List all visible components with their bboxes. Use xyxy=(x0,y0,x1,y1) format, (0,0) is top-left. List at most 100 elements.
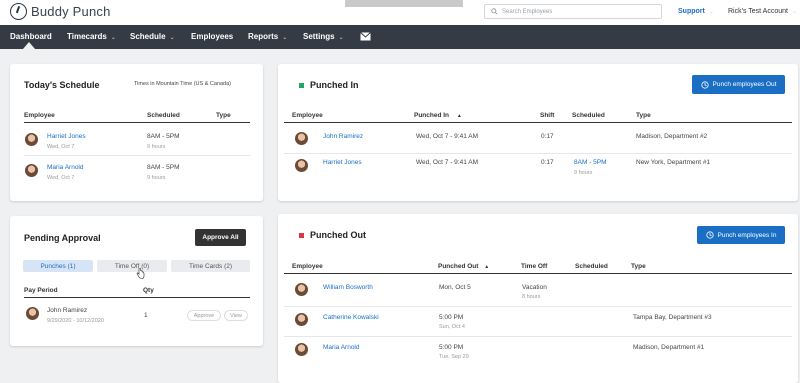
avatar xyxy=(294,282,309,297)
punched-out-date: Tue, Sep 29 xyxy=(439,354,469,360)
row-divider xyxy=(284,336,792,337)
employee-link[interactable]: Catherine Kowalski xyxy=(323,314,379,321)
support-menu[interactable]: Support ⌄ xyxy=(678,8,714,15)
top-tab-placeholder xyxy=(345,0,463,7)
punch-out-button[interactable]: Punch employees Out xyxy=(692,75,785,94)
tab-time-cards[interactable]: Time Cards (2) xyxy=(171,260,250,272)
logo[interactable]: Buddy Punch xyxy=(10,3,111,20)
card-title: Today's Schedule xyxy=(24,80,100,90)
avatar xyxy=(24,163,39,178)
card-title: Pending Approval xyxy=(24,233,101,243)
clock-icon xyxy=(700,80,709,89)
nav-label: Schedule xyxy=(130,32,166,41)
avatar xyxy=(25,306,40,321)
logo-text: Buddy Punch xyxy=(31,4,111,19)
col-type: Type xyxy=(216,112,231,119)
approve-button[interactable]: Approve xyxy=(187,310,221,321)
scheduled-time: 8AM - 5PM xyxy=(574,159,607,166)
punched-out-indicator xyxy=(299,233,304,238)
punched-out-card: Punched Out Punch employees In Employee … xyxy=(278,214,798,383)
employee-link[interactable]: Harriet Jones xyxy=(323,159,362,166)
nav-schedule[interactable]: Schedule ⌄ xyxy=(130,32,175,41)
main-nav: Dashboard Timecards ⌄ Schedule ⌄ Employees… xyxy=(0,25,800,49)
view-button[interactable]: View xyxy=(224,310,248,321)
employee-link[interactable]: Maria Arnold xyxy=(47,164,84,171)
employee-link[interactable]: Maria Arnold xyxy=(323,344,360,351)
schedule-date: Wed, Oct 7 xyxy=(47,144,75,150)
pay-period: 9/29/2020 - 10/12/2020 xyxy=(47,318,104,324)
search-input[interactable]: Search Employees xyxy=(484,4,662,19)
hand-cursor-icon xyxy=(136,268,145,279)
support-label: Support xyxy=(678,8,705,15)
time-off-type: Vacation xyxy=(522,284,547,291)
nav-label: Employees xyxy=(191,32,234,41)
nav-employees[interactable]: Employees xyxy=(191,32,233,41)
sort-icon: ▲ xyxy=(456,113,462,119)
shift-duration: 0:17 xyxy=(541,133,554,140)
row-divider xyxy=(284,153,792,154)
clock-icon xyxy=(705,231,714,239)
header-divider xyxy=(284,122,792,123)
col-punched-out[interactable]: Punched Out ▲ xyxy=(438,263,489,270)
pending-approval-card: Pending Approval Approve All Punches (1)… xyxy=(10,216,263,346)
employee-link[interactable]: Harriet Jones xyxy=(47,133,86,140)
time-off-hours: 8 hours xyxy=(522,294,541,300)
col-employee: Employee xyxy=(292,112,323,119)
nav-reports[interactable]: Reports ⌄ xyxy=(248,32,287,41)
chevron-down-icon: ⌄ xyxy=(282,35,288,41)
punched-out-time: 5:00 PM xyxy=(439,314,464,321)
mail-icon[interactable] xyxy=(360,32,371,43)
nav-label: Timecards xyxy=(67,32,107,41)
punched-time: Wed, Oct 7 - 9:41 AM xyxy=(416,133,479,140)
col-time-off: Time Off xyxy=(521,263,548,270)
header-divider xyxy=(24,297,250,298)
nav-label: Settings xyxy=(303,32,335,41)
employee-link[interactable]: William Bosworth xyxy=(323,284,373,291)
avatar xyxy=(24,132,39,147)
employee-link[interactable]: John Ramirez xyxy=(323,133,363,140)
header-divider xyxy=(284,273,792,274)
avatar xyxy=(294,158,309,173)
tab-punches[interactable]: Punches (1) xyxy=(23,260,93,272)
avatar xyxy=(294,131,309,146)
avatar xyxy=(294,342,309,357)
tab-time-off[interactable]: Time Off (0) xyxy=(97,260,167,272)
card-title: Punched In xyxy=(310,80,359,90)
nav-timecards[interactable]: Timecards ⌄ xyxy=(67,32,116,41)
nav-label: Dashboard xyxy=(10,32,52,41)
punched-out-time: Mon, Oct 5 xyxy=(439,284,471,291)
col-type: Type xyxy=(631,263,646,270)
schedule-time: 8AM - 5PM xyxy=(147,133,180,140)
employee-name: John Ramirez xyxy=(47,307,88,314)
row-divider xyxy=(24,155,250,156)
col-punched-in[interactable]: Punched In ▲ xyxy=(414,112,462,119)
punch-in-button[interactable]: Punch employees In xyxy=(697,226,785,244)
punched-in-indicator xyxy=(299,83,304,88)
col-scheduled: Scheduled xyxy=(572,112,605,119)
nav-settings[interactable]: Settings ⌄ xyxy=(303,32,344,41)
location-type: Madison, Department #2 xyxy=(636,133,708,140)
col-type: Type xyxy=(636,112,651,119)
clock-icon xyxy=(10,3,27,20)
col-scheduled: Scheduled xyxy=(575,263,608,270)
button-label: Punch employees Out xyxy=(712,81,777,88)
timezone-note: Times in Mountain Time (US & Canada) xyxy=(134,81,231,87)
row-divider xyxy=(284,306,792,307)
col-employee: Employee xyxy=(24,112,55,119)
quantity: 1 xyxy=(144,312,148,319)
nav-dashboard[interactable]: Dashboard xyxy=(10,32,52,41)
schedule-hours: 9 hours xyxy=(147,175,166,181)
schedule-time: 8AM - 5PM xyxy=(147,164,180,171)
punched-in-card: Punched In Punch employees Out Employee … xyxy=(278,64,798,201)
chevron-down-icon: ⌄ xyxy=(791,9,797,15)
chevron-down-icon: ⌄ xyxy=(169,35,175,41)
account-menu[interactable]: Rick's Test Account ⌄ xyxy=(728,8,797,15)
chevron-down-icon: ⌄ xyxy=(338,35,344,41)
account-label: Rick's Test Account xyxy=(728,8,788,15)
col-scheduled: Scheduled xyxy=(147,112,180,119)
col-shift: Shift xyxy=(540,112,555,119)
punched-out-date: Sun, Oct 4 xyxy=(439,324,465,330)
col-pay-period: Pay Period xyxy=(24,287,58,294)
search-placeholder: Search Employees xyxy=(502,8,553,15)
approve-all-button[interactable]: Approve All xyxy=(195,229,246,246)
